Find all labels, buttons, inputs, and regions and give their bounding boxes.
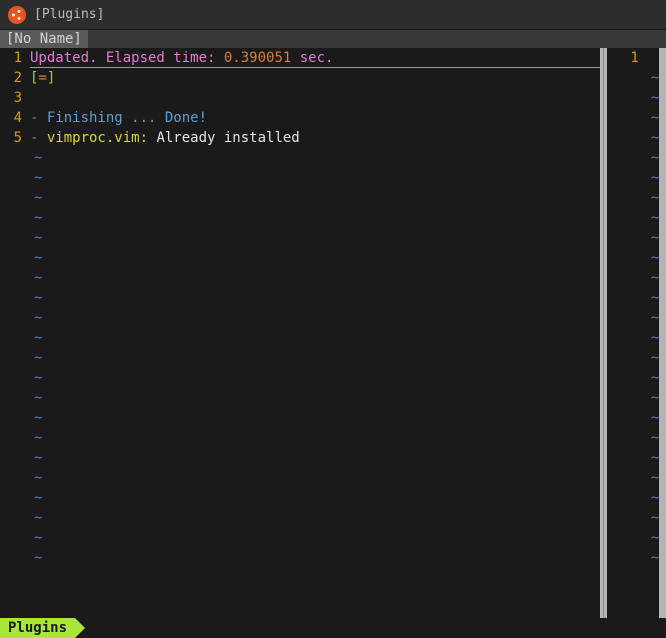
empty-line-tilde: ~ (30, 228, 600, 248)
empty-line-tilde: ~ (30, 368, 600, 388)
empty-line-tilde: ~ (647, 468, 659, 488)
editor-area: [No Name] 12345 Updated. Elapsed time: 0… (0, 30, 666, 638)
empty-line-tilde: ~ (30, 508, 600, 528)
empty-line-tilde: ~ (647, 548, 659, 568)
ubuntu-icon (8, 6, 26, 24)
window-title: [Plugins] (34, 7, 104, 22)
left-pane[interactable]: 12345 Updated. Elapsed time: 0.390051 se… (0, 48, 600, 638)
ubuntu-logo-svg (11, 9, 23, 21)
code-line[interactable]: - vimproc.vim: Already installed (30, 128, 600, 148)
empty-line-tilde: ~ (647, 188, 659, 208)
line-number: 1 (0, 48, 22, 68)
empty-line-tilde: ~ (30, 308, 600, 328)
empty-line-tilde: ~ (30, 388, 600, 408)
line-number: 2 (0, 68, 22, 88)
empty-line-tilde: ~ (647, 148, 659, 168)
text-segment: ] (47, 70, 55, 86)
empty-line-tilde: ~ (647, 128, 659, 148)
text-segment: Finishing ... Done! (47, 110, 207, 126)
code-line[interactable]: [=] (30, 68, 600, 88)
text-segment: Updated. Elapsed time: (30, 50, 224, 66)
line-number: 5 (0, 128, 22, 148)
right-content[interactable]: ~~~~~~~~~~~~~~~~~~~~~~~~~ (647, 48, 659, 638)
empty-line-tilde: ~ (30, 408, 600, 428)
empty-line-tilde: ~ (647, 348, 659, 368)
text-segment: = (38, 70, 46, 86)
tab-bar: [No Name] (0, 30, 666, 48)
line-number: 1 (607, 48, 639, 68)
right-pane[interactable]: 1 ~~~~~~~~~~~~~~~~~~~~~~~~~ (607, 48, 659, 638)
empty-line-tilde: ~ (647, 328, 659, 348)
text-segment: 0.390051 (224, 50, 291, 66)
text-segment: - (30, 130, 47, 146)
status-bar: Plugins (0, 618, 666, 638)
empty-line-tilde: ~ (647, 388, 659, 408)
status-mode: Plugins (0, 618, 75, 638)
tab-no-name[interactable]: [No Name] (0, 30, 88, 48)
empty-line-tilde: ~ (30, 288, 600, 308)
window-title-bar: [Plugins] (0, 0, 666, 30)
empty-line-tilde: ~ (647, 308, 659, 328)
right-scrollbar[interactable] (659, 48, 666, 638)
empty-line-tilde: ~ (30, 428, 600, 448)
split-container: 12345 Updated. Elapsed time: 0.390051 se… (0, 48, 666, 638)
empty-line-tilde: ~ (30, 188, 600, 208)
empty-line-tilde: ~ (647, 488, 659, 508)
split-divider[interactable] (600, 48, 607, 638)
empty-line-tilde: ~ (30, 348, 600, 368)
empty-line-tilde: ~ (30, 328, 600, 348)
text-segment: vimproc.vim: (47, 130, 148, 146)
left-gutter: 12345 (0, 48, 30, 638)
empty-line-tilde: ~ (647, 208, 659, 228)
empty-line-tilde: ~ (647, 428, 659, 448)
code-line[interactable]: - Finishing ... Done! (30, 108, 600, 128)
empty-line-tilde: ~ (30, 208, 600, 228)
empty-line-tilde: ~ (30, 548, 600, 568)
empty-line-tilde: ~ (30, 148, 600, 168)
empty-line-tilde: ~ (647, 268, 659, 288)
empty-line-tilde: ~ (647, 508, 659, 528)
empty-line-tilde: ~ (30, 268, 600, 288)
code-line[interactable]: Updated. Elapsed time: 0.390051 sec. (30, 48, 600, 68)
text-segment: Already installed (148, 130, 300, 146)
text-segment: sec. (291, 50, 333, 66)
left-content[interactable]: Updated. Elapsed time: 0.390051 sec.[=]-… (30, 48, 600, 638)
line-number: 3 (0, 88, 22, 108)
text-segment: - (30, 110, 47, 126)
right-gutter: 1 (607, 48, 647, 638)
empty-line-tilde: ~ (30, 468, 600, 488)
empty-line-tilde: ~ (30, 248, 600, 268)
empty-line-tilde: ~ (30, 528, 600, 548)
empty-line-tilde: ~ (647, 528, 659, 548)
empty-line-tilde: ~ (647, 448, 659, 468)
empty-line-tilde: ~ (647, 108, 659, 128)
empty-line-tilde: ~ (647, 228, 659, 248)
empty-line-tilde: ~ (647, 368, 659, 388)
empty-line-tilde: ~ (647, 288, 659, 308)
empty-line-tilde: ~ (647, 408, 659, 428)
line-number: 4 (0, 108, 22, 128)
empty-line-tilde: ~ (30, 168, 600, 188)
empty-line-tilde: ~ (647, 88, 659, 108)
empty-line-tilde: ~ (30, 488, 600, 508)
empty-line-tilde: ~ (30, 448, 600, 468)
empty-line-tilde: ~ (647, 168, 659, 188)
empty-line-tilde: ~ (647, 68, 659, 88)
empty-line-tilde: ~ (647, 248, 659, 268)
code-line[interactable] (30, 88, 600, 108)
code-line[interactable] (647, 48, 659, 68)
